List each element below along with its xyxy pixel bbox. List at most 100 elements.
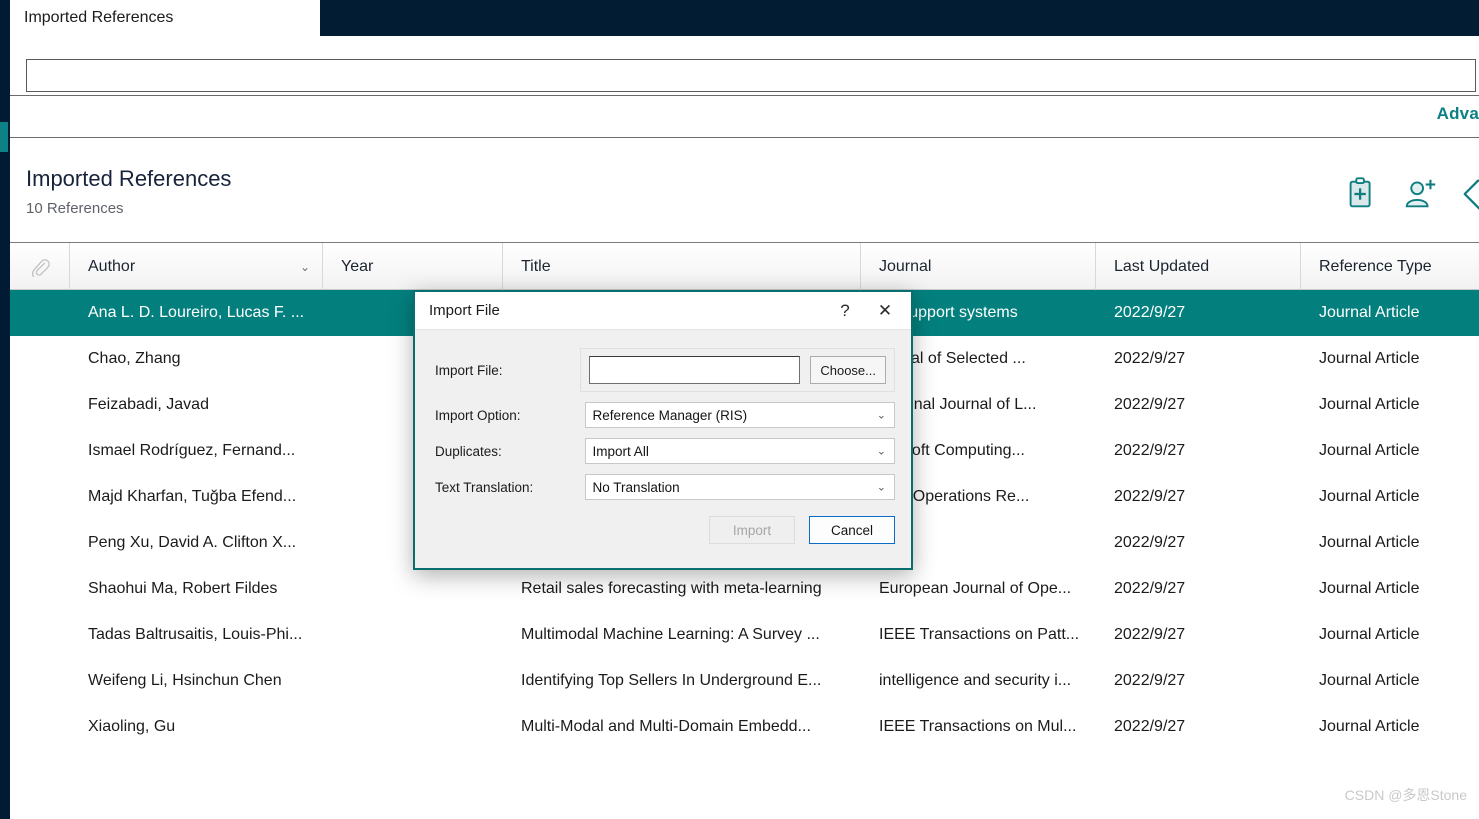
text-translation-label: Text Translation: — [435, 479, 534, 495]
tab-imported-references[interactable]: Imported References — [10, 0, 320, 36]
clipboard-plus-icon[interactable] — [1343, 175, 1381, 213]
cell-journal: IEEE Transactions on Mul... — [879, 718, 1077, 735]
cell-author: Shaohui Ma, Robert Fildes — [88, 580, 278, 597]
cell-author: Tadas Baltrusaitis, Louis-Phi... — [88, 626, 303, 643]
page-title: Imported References — [26, 166, 232, 191]
table-row[interactable]: Xiaoling, Gu Multi-Modal and Multi-Domain… — [10, 704, 1479, 750]
cell-reference-type: Journal Article — [1319, 488, 1420, 505]
choose-file-button[interactable]: Choose... — [810, 356, 886, 384]
person-plus-icon[interactable] — [1401, 175, 1439, 213]
cell-reference-type: Journal Article — [1319, 442, 1420, 459]
duplicates-row: Duplicates: Import All ⌄ — [415, 438, 895, 464]
import-option-row: Import Option: Reference Manager (RIS) ⌄ — [415, 402, 895, 428]
import-file-field-group: Choose... — [580, 348, 895, 392]
row-attachment-cell[interactable] — [10, 566, 70, 612]
column-header-journal-label: Journal — [879, 257, 932, 275]
search-bar-area — [10, 36, 1479, 96]
import-option-label: Import Option: — [435, 407, 521, 423]
import-option-select[interactable]: Reference Manager (RIS) ⌄ — [584, 402, 895, 428]
cell-title: Multimodal Machine Learning: A Survey ..… — [521, 626, 820, 643]
table-row[interactable]: Shaohui Ma, Robert Fildes Retail sales fo… — [10, 566, 1479, 612]
chevron-down-icon: ⌄ — [876, 409, 886, 422]
cell-last-updated: 2022/9/27 — [1114, 672, 1186, 689]
row-attachment-cell[interactable] — [10, 382, 70, 428]
column-header-reference-type-label: Reference Type — [1319, 257, 1432, 275]
search-input[interactable] — [26, 59, 1476, 92]
dialog-body: Import File: Choose... Import Option: Re… — [415, 330, 911, 568]
import-button[interactable]: Import — [709, 516, 795, 544]
chevron-down-icon[interactable]: ⌄ — [300, 260, 310, 274]
table-row[interactable]: Tadas Baltrusaitis, Louis-Phi... Multimod… — [10, 612, 1479, 658]
cell-journal: IEEE Transactions on Patt... — [879, 626, 1080, 643]
cell-last-updated: 2022/9/27 — [1114, 396, 1186, 413]
chevron-down-icon: ⌄ — [876, 445, 886, 458]
cancel-button[interactable]: Cancel — [809, 516, 895, 544]
cell-reference-type: Journal Article — [1319, 626, 1420, 643]
cell-author: Ana L. D. Loureiro, Lucas F. ... — [88, 304, 305, 321]
top-navy-band — [320, 0, 1479, 36]
cell-author: Majd Kharfan, Tuğba Efend... — [88, 488, 297, 505]
cell-author: Peng Xu, David A. Clifton X... — [88, 534, 297, 551]
column-header-reference-type[interactable]: Reference Type — [1301, 243, 1479, 290]
column-header-last-updated-label: Last Updated — [1114, 257, 1210, 275]
text-translation-value: No Translation — [592, 479, 680, 495]
cell-year — [323, 612, 503, 658]
paperclip-icon — [31, 258, 50, 277]
row-attachment-cell[interactable] — [10, 520, 70, 566]
column-header-last-updated[interactable]: Last Updated — [1096, 243, 1301, 290]
dialog-title: Import File — [429, 302, 500, 319]
cell-last-updated: 2022/9/27 — [1114, 350, 1186, 367]
row-attachment-cell[interactable] — [10, 290, 70, 336]
cell-title: Identifying Top Sellers In Underground E… — [521, 672, 822, 689]
cell-last-updated: 2022/9/27 — [1114, 534, 1186, 551]
cell-last-updated: 2022/9/27 — [1114, 488, 1186, 505]
cell-author: Ismael Rodríguez, Fernand... — [88, 442, 296, 459]
cell-author: Weifeng Li, Hsinchun Chen — [88, 672, 282, 689]
column-header-journal[interactable]: Journal — [861, 243, 1096, 290]
chevron-down-icon: ⌄ — [876, 481, 886, 494]
column-header-title[interactable]: Title — [503, 243, 861, 290]
cell-last-updated: 2022/9/27 — [1114, 718, 1186, 735]
column-header-title-label: Title — [521, 257, 551, 275]
column-header-attachment[interactable] — [10, 243, 70, 290]
header-action-icons — [1343, 175, 1479, 213]
cell-journal: European Journal of Ope... — [879, 580, 1072, 597]
table-row[interactable]: Weifeng Li, Hsinchun Chen Identifying Top… — [10, 658, 1479, 704]
row-attachment-cell[interactable] — [10, 704, 70, 750]
advanced-search-link[interactable]: Adva — [1437, 104, 1479, 124]
column-header-year-label: Year — [341, 257, 374, 275]
cell-last-updated: 2022/9/27 — [1114, 626, 1186, 643]
row-attachment-cell[interactable] — [10, 428, 70, 474]
cell-author: Feizabadi, Javad — [88, 396, 209, 413]
text-translation-select[interactable]: No Translation ⌄ — [584, 474, 895, 500]
text-translation-row: Text Translation: No Translation ⌄ — [415, 474, 895, 500]
watermark: CSDN @多恩Stone — [1344, 787, 1467, 803]
cell-reference-type: Journal Article — [1319, 672, 1420, 689]
close-icon[interactable]: ✕ — [865, 295, 905, 327]
import-file-row: Import File: Choose... — [415, 348, 895, 392]
import-file-dialog: Import File ? ✕ Import File: Choose... I… — [413, 290, 913, 570]
import-file-input[interactable] — [589, 356, 801, 384]
tag-icon[interactable] — [1459, 175, 1479, 213]
tab-label: Imported References — [24, 9, 174, 26]
page-header: Imported References 10 References — [10, 139, 1479, 242]
cell-reference-type: Journal Article — [1319, 534, 1420, 551]
row-attachment-cell[interactable] — [10, 612, 70, 658]
import-option-value: Reference Manager (RIS) — [592, 407, 748, 423]
cell-reference-type: Journal Article — [1319, 350, 1420, 367]
row-attachment-cell[interactable] — [10, 336, 70, 382]
column-header-year[interactable]: Year — [323, 243, 503, 290]
cell-journal: intelligence and security i... — [879, 672, 1072, 689]
rail-active-indicator — [0, 122, 8, 152]
row-attachment-cell[interactable] — [10, 474, 70, 520]
cell-year — [323, 658, 503, 704]
advanced-search-area: Adva — [10, 97, 1479, 138]
cell-author: Xiaoling, Gu — [88, 718, 176, 735]
cell-last-updated: 2022/9/27 — [1114, 580, 1186, 597]
row-attachment-cell[interactable] — [10, 658, 70, 704]
dialog-actions: Import Cancel — [709, 516, 895, 544]
duplicates-select[interactable]: Import All ⌄ — [584, 438, 895, 464]
column-header-author[interactable]: Author ⌄ — [70, 243, 323, 290]
cell-last-updated: 2022/9/27 — [1114, 304, 1186, 321]
help-button[interactable]: ? — [825, 295, 865, 327]
